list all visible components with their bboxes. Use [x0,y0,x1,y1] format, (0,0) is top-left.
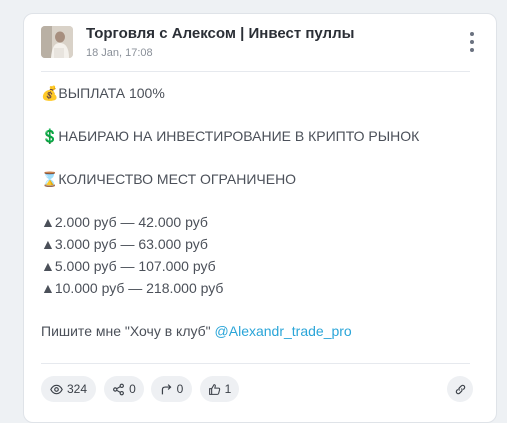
tier-line-3: ▲5.000 руб — 107.000 руб [41,258,216,274]
likes-count: 1 [224,382,232,396]
menu-dot [470,40,474,44]
payout-line: 💰ВЫПЛАТА 100% [41,85,165,101]
tier-line-4: ▲10.000 руб — 218.000 руб [41,280,224,296]
forwards-pill[interactable]: 0 [151,376,192,402]
post-card: Торговля с Алексом | Инвест пуллы 18 Jan… [23,13,497,423]
avatar-image [41,26,73,58]
shares-count: 0 [129,382,136,396]
menu-dot [470,32,474,36]
link-icon [455,384,465,394]
views-count: 324 [66,382,88,396]
forwards-count: 0 [176,382,184,396]
channel-name[interactable]: Торговля с Алексом | Инвест пуллы [86,25,354,42]
recruiting-line: 💲НАБИРАЮ НА ИНВЕСТИРОВАНИЕ В КРИПТО РЫНО… [41,128,420,144]
share-icon [113,383,125,395]
channel-avatar[interactable] [41,26,73,58]
header-divider [41,71,470,72]
forward-icon [161,383,172,394]
limited-line: ⌛КОЛИЧЕСТВО МЕСТ ОГРАНИЧЕНО [41,171,297,187]
eye-icon [50,384,63,394]
post-date: 18 Jan, 17:08 [86,47,153,59]
author-link[interactable]: @Alexandr_trade_pro [215,323,352,339]
menu-dot [470,48,474,52]
cta-text: Пишите мне "Хочу в клуб" [41,323,215,339]
thumbs-up-icon [208,383,220,395]
copy-link-button[interactable] [447,376,473,402]
tier-line-1: ▲2.000 руб — 42.000 руб [41,214,208,230]
views-pill[interactable]: 324 [41,376,96,402]
cta-line: Пишите мне "Хочу в клуб" @Alexandr_trade… [41,323,352,339]
tier-line-2: ▲3.000 руб — 63.000 руб [41,236,208,252]
shares-pill[interactable]: 0 [104,376,144,402]
more-vertical-icon[interactable] [468,32,476,52]
footer-divider [41,363,470,364]
likes-pill[interactable]: 1 [200,376,239,402]
